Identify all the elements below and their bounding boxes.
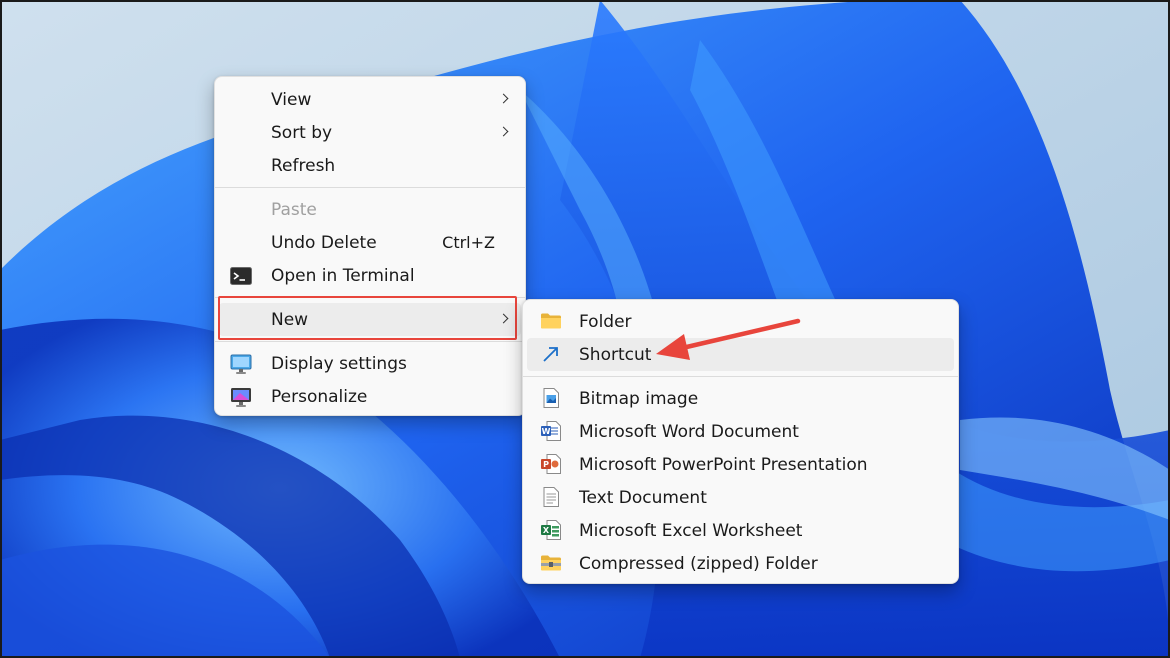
folder-icon xyxy=(541,313,561,329)
menu-item-paste: Paste xyxy=(219,193,521,226)
menu-item-new[interactable]: New xyxy=(219,303,521,336)
excel-icon: X xyxy=(541,520,561,540)
chevron-right-icon xyxy=(498,313,509,324)
menu-item-label: View xyxy=(271,89,312,110)
menu-item-label: Refresh xyxy=(271,155,336,176)
keyboard-shortcut: Ctrl+Z xyxy=(442,233,495,252)
menu-item-sort-by[interactable]: Sort by xyxy=(219,116,521,149)
bitmap-image-icon xyxy=(543,388,559,408)
menu-item-label: New xyxy=(271,309,309,330)
shortcut-arrow-icon xyxy=(543,347,558,362)
zip-folder-icon xyxy=(541,555,561,571)
chevron-right-icon xyxy=(498,93,509,104)
desktop-context-menu: View Sort by Refresh Paste Undo Delete C… xyxy=(214,76,526,416)
annotation-arrow xyxy=(656,318,801,360)
display-settings-icon xyxy=(230,354,252,374)
menu-separator xyxy=(215,297,525,298)
menu-item-label: Personalize xyxy=(271,386,368,407)
menu-item-refresh[interactable]: Refresh xyxy=(219,149,521,182)
menu-item-undo-delete[interactable]: Undo Delete Ctrl+Z xyxy=(219,226,521,259)
submenu-item-powerpoint-presentation[interactable]: P Microsoft PowerPoint Presentation xyxy=(527,448,954,481)
submenu-item-text-document[interactable]: Text Document xyxy=(527,481,954,514)
chevron-right-icon xyxy=(498,126,509,137)
powerpoint-icon: P xyxy=(541,454,561,474)
terminal-icon xyxy=(230,267,252,285)
submenu-item-word-document[interactable]: W Microsoft Word Document xyxy=(527,415,954,448)
menu-item-label: Sort by xyxy=(271,122,333,143)
menu-separator xyxy=(215,187,525,188)
menu-item-label: Display settings xyxy=(271,353,407,374)
menu-separator xyxy=(523,376,958,377)
submenu-item-bitmap-image[interactable]: Bitmap image xyxy=(527,382,954,415)
submenu-item-excel-worksheet[interactable]: X Microsoft Excel Worksheet xyxy=(527,514,954,547)
menu-item-label: Undo Delete xyxy=(271,232,377,253)
text-document-icon xyxy=(543,487,559,507)
svg-text:P: P xyxy=(543,460,549,469)
menu-item-label: Bitmap image xyxy=(579,388,699,409)
personalize-icon xyxy=(231,388,251,407)
menu-item-label: Paste xyxy=(271,199,317,220)
menu-item-label: Folder xyxy=(579,311,632,332)
menu-item-open-in-terminal[interactable]: Open in Terminal xyxy=(219,259,521,292)
menu-item-label: Microsoft Word Document xyxy=(579,421,799,442)
submenu-item-compressed-folder[interactable]: Compressed (zipped) Folder xyxy=(527,547,954,580)
menu-item-label: Compressed (zipped) Folder xyxy=(579,553,818,574)
menu-item-label: Open in Terminal xyxy=(271,265,415,286)
svg-text:X: X xyxy=(543,526,550,535)
menu-item-label: Microsoft Excel Worksheet xyxy=(579,520,803,541)
menu-separator xyxy=(215,341,525,342)
menu-item-personalize[interactable]: Personalize xyxy=(219,380,521,413)
svg-text:W: W xyxy=(542,427,551,436)
word-document-icon: W xyxy=(541,421,561,441)
menu-item-label: Microsoft PowerPoint Presentation xyxy=(579,454,868,475)
menu-item-view[interactable]: View xyxy=(219,83,521,116)
menu-item-display-settings[interactable]: Display settings xyxy=(219,347,521,380)
menu-item-label: Text Document xyxy=(579,487,707,508)
